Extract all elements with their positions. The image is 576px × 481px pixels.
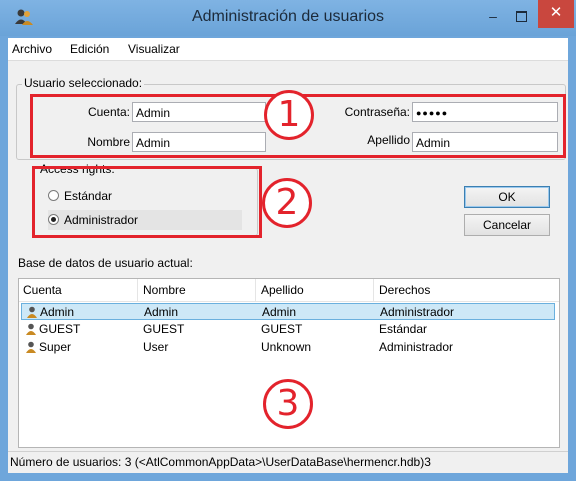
cell-derechos: Estándar	[379, 322, 428, 336]
maximize-button[interactable]	[508, 6, 534, 28]
user-icon	[26, 341, 36, 353]
annotation-box-2	[32, 166, 262, 238]
column-header-derechos[interactable]: Derechos	[379, 283, 430, 297]
list-header: Cuenta Nombre Apellido Derechos	[19, 279, 559, 302]
user-icon	[26, 323, 36, 335]
user-list[interactable]: Cuenta Nombre Apellido Derechos Admin Ad…	[18, 278, 560, 448]
table-row[interactable]: GUEST GUEST GUEST Estándar	[21, 321, 555, 338]
cell-apellido: Unknown	[261, 340, 312, 354]
status-bar: Número de usuarios: 3 (<AtlCommonAppData…	[8, 451, 568, 474]
column-separator	[373, 279, 374, 301]
annotation-marker-1: 1	[264, 90, 314, 140]
status-text: Número de usuarios: 3 (<AtlCommonAppData…	[10, 455, 431, 469]
menu-edicion[interactable]: Edición	[70, 42, 109, 56]
close-button[interactable]: ✕	[538, 0, 574, 28]
cell-nombre: User	[143, 340, 169, 354]
menu-visualizar[interactable]: Visualizar	[128, 42, 180, 56]
database-label: Base de datos de usuario actual:	[18, 256, 193, 270]
cell-derechos: Administrador	[380, 305, 455, 319]
cell-derechos: Administrador	[379, 340, 454, 354]
cell-apellido: Admin	[262, 305, 297, 319]
table-row[interactable]: Admin Admin Admin Administrador	[21, 303, 555, 320]
cancel-button[interactable]: Cancelar	[464, 214, 550, 236]
cell-cuenta: GUEST	[39, 322, 81, 336]
annotation-marker-2: 2	[262, 178, 312, 228]
client-area: Archivo Edición Visualizar Usuario selec…	[8, 38, 568, 473]
column-separator	[137, 279, 138, 301]
app-window: Administración de usuarios – ✕ Archivo E…	[0, 0, 576, 481]
menu-archivo[interactable]: Archivo	[12, 42, 52, 56]
menu-bar: Archivo Edición Visualizar	[8, 38, 568, 61]
cell-apellido: GUEST	[261, 322, 303, 336]
column-header-cuenta[interactable]: Cuenta	[23, 283, 62, 297]
column-header-apellido[interactable]: Apellido	[261, 283, 304, 297]
annotation-marker-3: 3	[263, 379, 313, 429]
table-row[interactable]: Super User Unknown Administrador	[21, 339, 555, 356]
ok-button[interactable]: OK	[464, 186, 550, 208]
maximize-icon	[515, 11, 527, 22]
cell-cuenta: Admin	[40, 305, 75, 319]
selected-user-legend: Usuario seleccionado:	[22, 76, 145, 90]
user-icon	[27, 306, 37, 318]
column-separator	[255, 279, 256, 301]
minimize-button[interactable]: –	[480, 6, 506, 28]
cell-nombre: GUEST	[143, 322, 185, 336]
cell-cuenta: Super	[39, 340, 72, 354]
cell-nombre: Admin	[144, 305, 179, 319]
column-header-nombre[interactable]: Nombre	[143, 283, 186, 297]
title-bar[interactable]: Administración de usuarios – ✕	[0, 0, 576, 36]
